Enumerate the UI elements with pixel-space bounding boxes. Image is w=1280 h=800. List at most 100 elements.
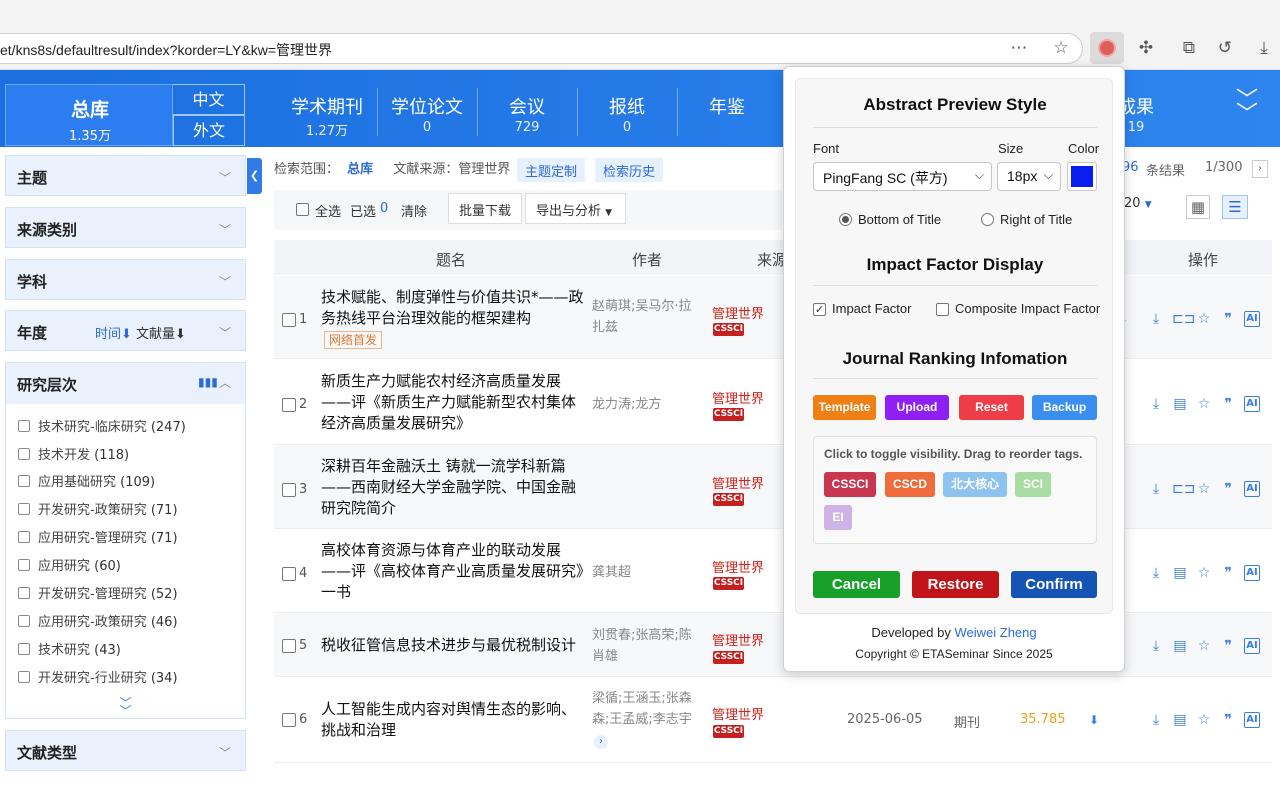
favorite-star-icon[interactable]: ☆: [1196, 396, 1212, 412]
search-history-button[interactable]: 检索历史: [595, 158, 664, 182]
radio-bottom-of-title[interactable]: [839, 213, 852, 226]
header-title[interactable]: 题名: [436, 249, 466, 270]
facet-item[interactable]: 应用基础研究 (109): [18, 471, 155, 491]
row-source[interactable]: 管理世界: [712, 557, 764, 576]
impact-factor-label[interactable]: Impact Factor: [832, 301, 911, 316]
cite-quote-icon[interactable]: ❞: [1220, 638, 1236, 654]
row-checkbox[interactable]: [282, 398, 296, 412]
row-source[interactable]: 管理世界: [712, 388, 764, 407]
facet-discipline[interactable]: 学科 ﹀: [5, 259, 246, 300]
page-size-select[interactable]: 20 ▼: [1124, 196, 1164, 218]
nav-conference[interactable]: 会议 729: [481, 80, 573, 136]
restore-button[interactable]: Restore: [912, 571, 999, 598]
ai-icon[interactable]: AI: [1244, 481, 1260, 497]
row-checkbox[interactable]: [282, 313, 296, 327]
download-icon[interactable]: ⤓: [1148, 311, 1164, 327]
row-authors[interactable]: 赵萌琪;吴马尔·拉扎兹: [592, 296, 704, 338]
download-icon[interactable]: ⤓: [1148, 712, 1164, 728]
ai-icon[interactable]: AI: [1244, 638, 1260, 654]
address-bar[interactable]: et/kns8s/defaultresult/index?korder=LY&k…: [0, 33, 1083, 64]
pdf-icon[interactable]: ▤: [1172, 396, 1188, 412]
sort-by-time[interactable]: 时间⬇: [95, 323, 132, 342]
row-source[interactable]: 管理世界: [712, 473, 764, 492]
facet-item[interactable]: 开发研究-政策研究 (71): [18, 499, 178, 519]
url-text[interactable]: et/kns8s/defaultresult/index?korder=LY&k…: [0, 40, 332, 60]
facet-item[interactable]: 技术研究-临床研究 (247): [18, 416, 186, 436]
nav-newspaper[interactable]: 报纸 0: [581, 80, 673, 136]
impact-factor-checkbox[interactable]: ✓: [813, 303, 826, 316]
nav-journals[interactable]: 学术期刊 1.27万: [281, 80, 373, 139]
tag-cscd[interactable]: CSCD: [885, 472, 935, 497]
pdf-icon[interactable]: ▤: [1172, 712, 1188, 728]
facet-item[interactable]: 应用研究 (60): [18, 555, 121, 575]
row-source[interactable]: 管理世界: [712, 630, 764, 649]
row-checkbox[interactable]: [282, 483, 296, 497]
facet-source-type[interactable]: 来源类别 ﹀: [5, 207, 246, 248]
row-source[interactable]: 管理世界: [712, 704, 764, 723]
facet-item[interactable]: 应用研究-管理研究 (71): [18, 527, 178, 547]
facet-year[interactable]: 年度 时间⬇ 文献量⬇ ﹀: [5, 310, 246, 351]
chart-icon[interactable]: ▮▮▮: [198, 375, 218, 389]
facet-topic[interactable]: 主题 ﹀: [5, 155, 246, 196]
developer-link[interactable]: Weiwei Zheng: [954, 625, 1036, 640]
radio-bottom-label[interactable]: Bottom of Title: [858, 212, 941, 227]
batch-download-button[interactable]: 批量下载: [448, 193, 523, 224]
download-icon[interactable]: ⤓: [1148, 638, 1164, 654]
collapse-sidebar-button[interactable]: ❮: [247, 158, 262, 194]
select-all-label[interactable]: 全选: [315, 201, 341, 220]
ai-icon[interactable]: AI: [1244, 311, 1260, 327]
confirm-button[interactable]: Confirm: [1011, 571, 1097, 598]
expand-more-icon[interactable]: ﹀ ﹀: [6, 697, 245, 717]
export-analysis-button[interactable]: 导出与分析 ▼: [525, 193, 626, 224]
pdf-icon[interactable]: ▤: [1172, 565, 1188, 581]
font-select[interactable]: PingFang SC (苹方) ⌵: [813, 162, 992, 191]
backup-button[interactable]: Backup: [1032, 395, 1097, 420]
favorite-star-icon[interactable]: ☆: [1196, 712, 1212, 728]
nav-chinese[interactable]: 中文: [173, 84, 245, 115]
row-title[interactable]: 高校体育资源与体育产业的联动发展——评《高校体育产业高质量发展研究》一书: [321, 540, 586, 603]
facet-item[interactable]: 技术开发 (118): [18, 444, 129, 464]
nav-theses[interactable]: 学位论文 0: [381, 80, 473, 136]
nav-zongku[interactable]: 总库 1.35万: [5, 84, 173, 146]
download-icon[interactable]: ⤓: [1148, 565, 1164, 581]
nav-yearbook[interactable]: 年鉴: [681, 80, 773, 136]
pdf-icon[interactable]: ▤: [1172, 638, 1188, 654]
cite-quote-icon[interactable]: ❞: [1220, 712, 1236, 728]
tag-sci[interactable]: SCI: [1015, 472, 1051, 497]
facet-item[interactable]: 应用研究-政策研究 (46): [18, 611, 178, 631]
star-icon[interactable]: ☆: [1050, 37, 1072, 59]
cancel-button[interactable]: Cancel: [813, 571, 900, 598]
read-book-icon[interactable]: ⊏⊐: [1172, 481, 1195, 497]
template-button[interactable]: Template: [813, 395, 876, 420]
favorite-star-icon[interactable]: ☆: [1196, 311, 1212, 327]
radio-right-of-title[interactable]: [981, 213, 994, 226]
tag-ei[interactable]: EI: [824, 505, 852, 530]
download-icon[interactable]: ⤓: [1148, 396, 1164, 412]
row-checkbox[interactable]: [282, 639, 296, 653]
row-title[interactable]: 技术赋能、制度弹性与价值共识*——政务热线平台治理效能的框架建构: [321, 287, 586, 329]
upload-button[interactable]: Upload: [885, 395, 949, 420]
next-page-icon[interactable]: ›: [1252, 160, 1268, 178]
cite-quote-icon[interactable]: ❞: [1220, 311, 1236, 327]
facet-item[interactable]: 开发研究-管理研究 (52): [18, 583, 178, 603]
clear-button[interactable]: 清除: [401, 201, 427, 220]
row-authors[interactable]: 龚其超: [592, 562, 704, 583]
nav-expand-icon[interactable]: ﹀ ﹀: [1236, 90, 1258, 126]
scope-value[interactable]: 总库: [347, 162, 373, 177]
row-checkbox[interactable]: [282, 567, 296, 581]
chevron-up-icon[interactable]: ︿: [219, 374, 231, 391]
more-icon[interactable]: ⋯: [1008, 37, 1030, 59]
cite-quote-icon[interactable]: ❞: [1220, 565, 1236, 581]
facet-level-header[interactable]: 研究层次 ▮▮▮ ︿: [6, 363, 245, 404]
download-icon[interactable]: ⤓: [1148, 481, 1164, 497]
row-title[interactable]: 人工智能生成内容对舆情生态的影响、挑战和治理: [321, 699, 586, 741]
ai-icon[interactable]: AI: [1244, 396, 1260, 412]
download-icon[interactable]: ⤓: [1253, 37, 1275, 59]
facet-item[interactable]: 技术研究 (43): [18, 639, 121, 659]
row-title[interactable]: 新质生产力赋能农村经济高质量发展——评《新质生产力赋能新型农村集体经济高质量发展…: [321, 371, 586, 434]
ai-icon[interactable]: AI: [1244, 712, 1260, 728]
favorite-star-icon[interactable]: ☆: [1196, 638, 1212, 654]
row-checkbox[interactable]: [282, 713, 296, 727]
facet-item[interactable]: 开发研究-行业研究 (34): [18, 667, 178, 687]
grid-view-icon[interactable]: ▦: [1186, 195, 1210, 219]
